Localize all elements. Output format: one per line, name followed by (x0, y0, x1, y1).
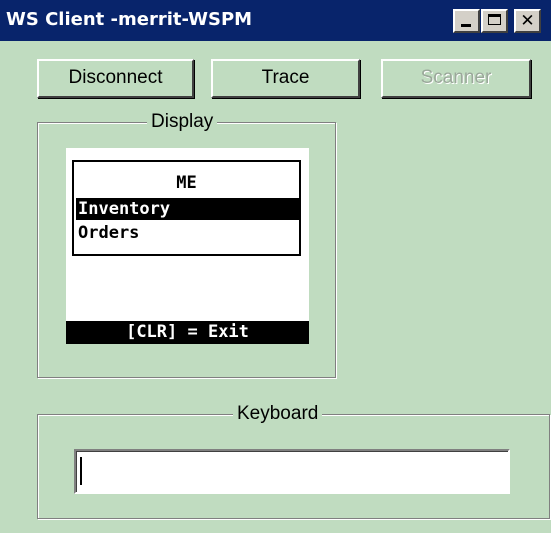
keyboard-group-label: Keyboard (233, 402, 323, 426)
text-caret (80, 457, 82, 485)
screen-title: ME (176, 173, 197, 193)
title-bar[interactable]: WS Client -merrit-WSPM ✕ (0, 0, 551, 41)
minimize-icon (461, 24, 471, 27)
trace-button[interactable]: Trace (211, 59, 360, 98)
keyboard-input[interactable] (74, 449, 510, 494)
menu-item-inventory[interactable]: Inventory (76, 198, 299, 220)
screen-status-bar: [CLR] = Exit (66, 321, 309, 344)
close-icon: ✕ (520, 11, 535, 31)
disconnect-button[interactable]: Disconnect (37, 59, 194, 98)
scanner-button[interactable]: Scanner (381, 59, 531, 98)
menu-item-orders[interactable]: Orders (76, 222, 299, 244)
display-group-label: Display (147, 110, 218, 134)
menu-box: ME Inventory Orders (72, 160, 301, 256)
maximize-button[interactable] (481, 9, 508, 33)
close-button[interactable]: ✕ (514, 9, 541, 33)
window-title: WS Client -merrit-WSPM (6, 9, 253, 30)
app-window: WS Client -merrit-WSPM ✕ Disconnect Trac… (0, 0, 551, 533)
minimize-button[interactable] (453, 9, 480, 33)
terminal-screen[interactable]: ME Inventory Orders [CLR] = Exit (66, 148, 309, 344)
maximize-icon (488, 14, 501, 25)
